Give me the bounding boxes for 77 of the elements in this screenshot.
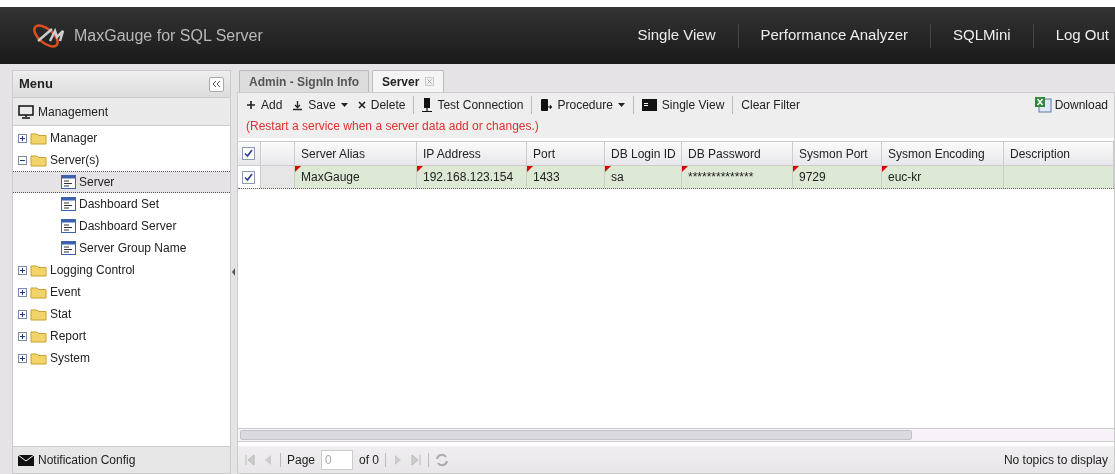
scrollbar-thumb[interactable] — [240, 430, 912, 440]
expand-icon[interactable] — [18, 309, 27, 319]
caret-icon — [340, 103, 348, 107]
status-text: No topics to display — [1003, 451, 1108, 469]
tree-item[interactable]: Manager — [13, 127, 230, 149]
tab[interactable]: Server — [372, 70, 445, 92]
list-page-icon — [61, 197, 76, 211]
tree-item[interactable]: Server Group Name — [13, 237, 230, 259]
expand-icon[interactable] — [18, 287, 27, 297]
notice-text: (Restart a service when a server data add or changes.) — [245, 118, 540, 135]
product-title: MaxGauge for SQL Server — [74, 25, 263, 46]
folder-icon — [30, 153, 47, 167]
window-icon — [641, 99, 657, 111]
list-page-icon — [61, 175, 76, 189]
column-header[interactable]: Description — [1004, 142, 1114, 165]
folder-icon — [30, 131, 47, 145]
tree-item[interactable]: Dashboard Server — [13, 215, 230, 237]
tree-item[interactable]: Logging Control — [13, 259, 230, 281]
toolbar-button[interactable]: Add — [244, 96, 285, 114]
list-page-icon — [61, 219, 76, 233]
table-cell: euc-kr — [882, 166, 1004, 188]
nav-link[interactable]: SQLMini — [931, 24, 1033, 47]
expand-icon[interactable] — [18, 331, 27, 341]
nav-link[interactable]: Performance Analyzer — [738, 24, 931, 47]
folder-icon — [30, 263, 47, 277]
column-header[interactable]: Port — [527, 142, 605, 165]
tree-item[interactable]: Server(s) — [13, 149, 230, 171]
select-all-checkbox[interactable] — [242, 147, 256, 160]
envelope-icon — [18, 454, 34, 466]
expand-icon[interactable] — [18, 265, 27, 275]
folder-icon — [30, 351, 47, 365]
list-page-icon — [61, 241, 76, 255]
notification-config-item[interactable]: Notification Config — [13, 446, 230, 473]
section-label: Management — [38, 103, 109, 121]
toolbar-button[interactable]: Clear Filter — [732, 96, 802, 114]
double-chevron-icon — [212, 80, 221, 88]
tree-item[interactable]: Stat — [13, 303, 230, 325]
folder-icon — [30, 307, 47, 321]
download-button[interactable]: Download — [1034, 96, 1108, 114]
folder-icon — [30, 329, 47, 343]
column-header[interactable]: DB Password — [682, 142, 793, 165]
menu-title: Menu — [19, 75, 54, 94]
page-count-label: of 0 — [359, 451, 380, 469]
tree-item[interactable]: Server — [13, 171, 230, 193]
nav-link[interactable]: Single View — [615, 24, 738, 47]
plus-icon — [246, 100, 256, 110]
tree-item[interactable]: System — [13, 347, 230, 369]
toolbar-button[interactable]: Procedure — [531, 96, 627, 114]
caret-icon — [617, 103, 625, 107]
folder-icon — [30, 285, 47, 299]
expand-icon[interactable] — [18, 353, 27, 363]
collapse-icon[interactable] — [18, 155, 27, 165]
toolbar-button[interactable]: Delete — [355, 96, 408, 114]
tree-item[interactable]: Dashboard Set — [13, 193, 230, 215]
row-checkbox[interactable] — [242, 170, 256, 184]
toolbar-button[interactable]: Save — [290, 96, 350, 114]
download-icon — [292, 99, 304, 111]
toolbar-button[interactable]: Test Connection — [413, 96, 526, 114]
tree-item[interactable]: Event — [13, 281, 230, 303]
close-icon — [357, 101, 366, 109]
tree-item[interactable]: Report — [13, 325, 230, 347]
toolbar-button[interactable]: Single View — [632, 96, 727, 114]
expand-icon[interactable] — [18, 133, 27, 143]
column-header[interactable]: Sysmon Encoding — [882, 142, 1004, 165]
column-header[interactable]: DB Login ID — [605, 142, 682, 165]
column-header[interactable]: Sysmon Port — [793, 142, 882, 165]
management-section[interactable]: Management — [13, 98, 230, 126]
column-header[interactable]: Server Alias — [295, 142, 417, 165]
column-header[interactable]: IP Address — [417, 142, 527, 165]
nav-link[interactable]: Log Out — [1033, 24, 1115, 47]
spreadsheet-icon — [1034, 97, 1052, 113]
collapse-button[interactable] — [209, 76, 224, 92]
page-label: Page — [287, 451, 316, 469]
table-row[interactable]: MaxGauge 192.168.123.154 1433 sa ************** 9729 euc-kr — [238, 166, 1114, 189]
monitor-icon — [18, 104, 34, 119]
server-icon — [422, 97, 433, 113]
tab[interactable]: Admin - SignIn Info — [239, 70, 369, 92]
